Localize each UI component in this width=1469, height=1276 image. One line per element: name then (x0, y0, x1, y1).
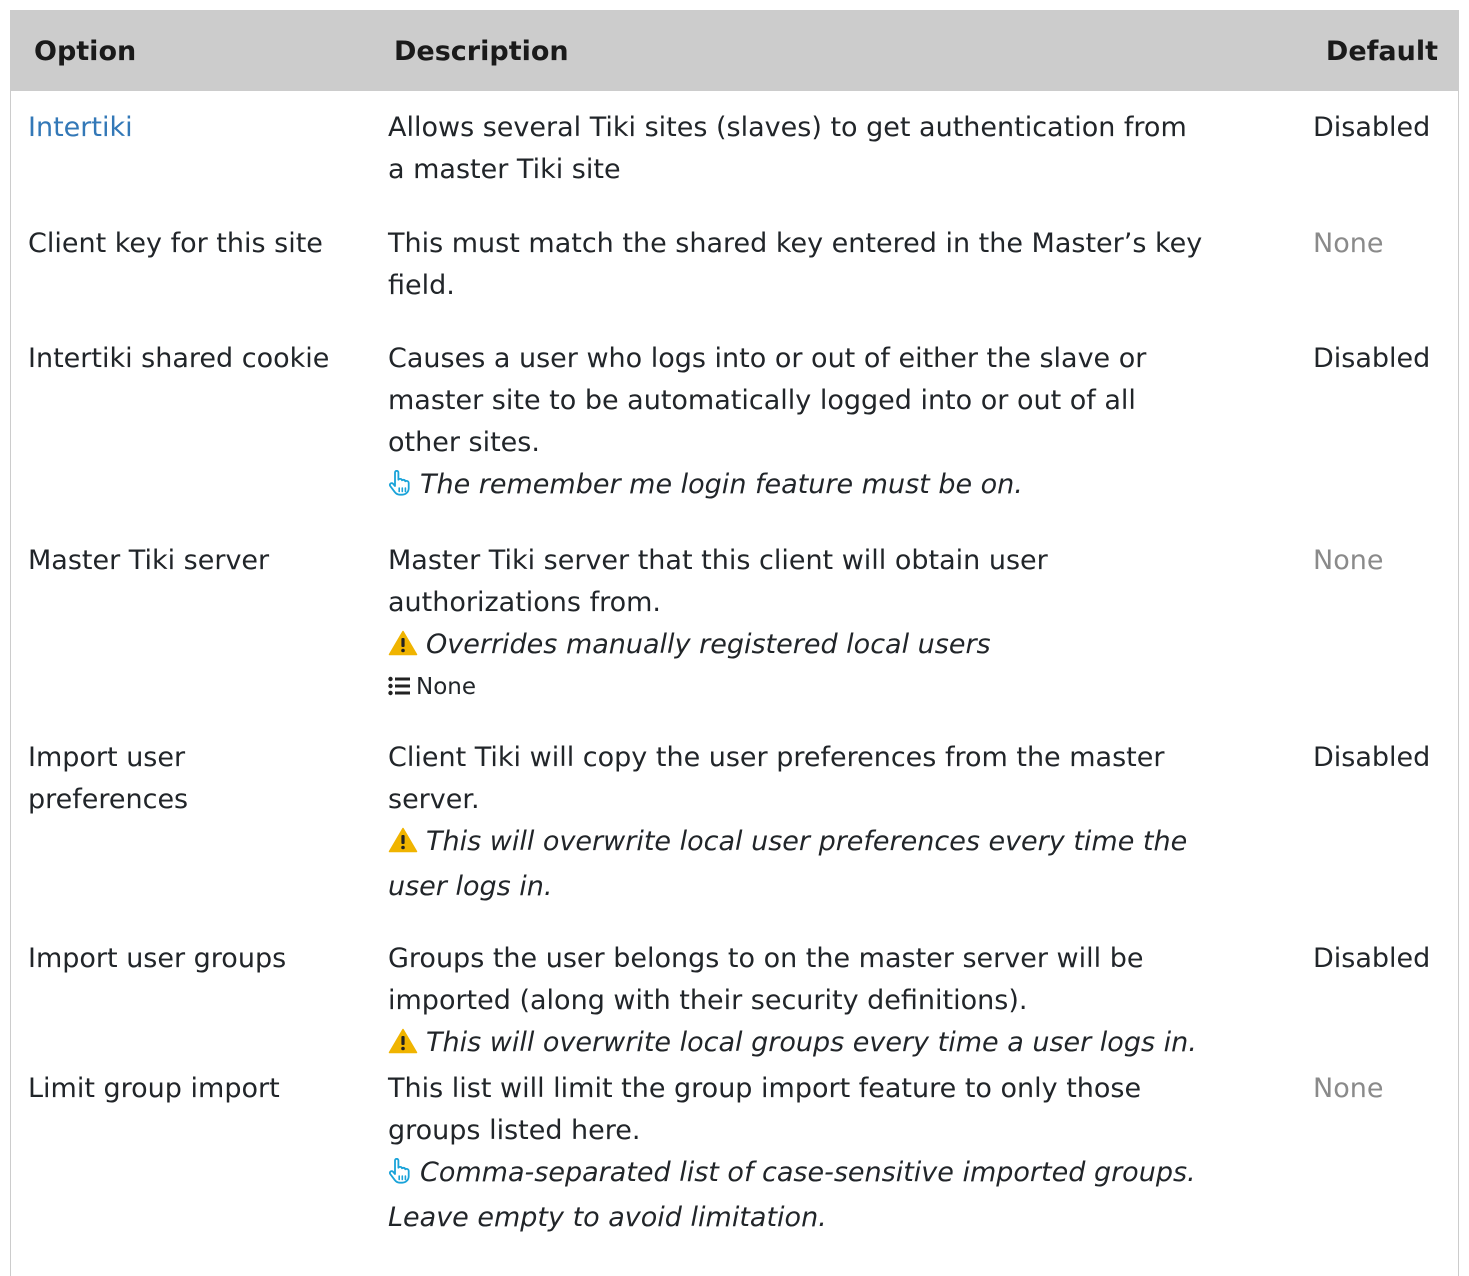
table-header: Option Description Default (11, 10, 1458, 91)
row-option: Limit group import (28, 1073, 280, 1104)
row-description-line: imported (along with their security defi… (388, 985, 1028, 1016)
warning-icon (388, 627, 418, 669)
row-default: None (1313, 545, 1384, 576)
row-default: Disabled (1313, 112, 1431, 143)
pointing-hand-icon (388, 467, 412, 509)
row-description-line: Causes a user who logs into or out of ei… (388, 343, 1147, 374)
intertiki-link[interactable]: Intertiki (28, 112, 133, 143)
row-option: Import user groups (28, 943, 287, 974)
row-description-line: Master Tiki server that this client will… (388, 545, 1048, 576)
row-description-line: Groups the user belongs to on the master… (388, 943, 1144, 974)
row-description-line: a master Tiki site (388, 154, 621, 185)
pointing-hand-icon (388, 1155, 412, 1197)
row-default: Disabled (1313, 742, 1431, 773)
options-list: None (388, 669, 1293, 707)
row-note: This will overwrite local groups every t… (388, 1022, 1293, 1067)
row-option: Client key for this site (28, 228, 323, 259)
row-note: Overrides manually registered local user… (388, 624, 1293, 669)
row-note: This will overwrite local user preferenc… (388, 821, 1293, 866)
preferences-table: Option Description Default Intertiki All… (10, 10, 1459, 1276)
row-description-line: master site to be automatically logged i… (388, 385, 1136, 416)
row-description-line: This list will limit the group import fe… (388, 1073, 1142, 1104)
row-note: Comma-separated list of case-sensitive i… (388, 1152, 1293, 1197)
warning-icon (388, 1025, 418, 1067)
row-default: Disabled (1313, 343, 1431, 374)
row-default: Disabled (1313, 943, 1431, 974)
row-description-line: field. (388, 270, 455, 301)
row-option: Import user (28, 742, 186, 773)
row-description-line: other sites. (388, 427, 540, 458)
header-description: Description (394, 36, 569, 67)
row-note: The remember me login feature must be on… (388, 464, 1293, 509)
row-description-line: authorizations from. (388, 587, 661, 618)
row-description-line: This must match the shared key entered i… (388, 228, 1203, 259)
header-default: Default (1325, 36, 1438, 67)
row-option: preferences (28, 784, 189, 815)
row-note-continued: Leave empty to avoid limitation. (388, 1202, 827, 1233)
list-icon (388, 671, 410, 707)
row-default: None (1313, 228, 1384, 259)
row-description-line: Client Tiki will copy the user preferenc… (388, 742, 1165, 773)
row-description-line: server. (388, 784, 480, 815)
header-option: Option (34, 36, 137, 67)
row-description-line: groups listed here. (388, 1115, 641, 1146)
row-note-continued: user logs in. (388, 871, 553, 902)
row-option: Intertiki shared cookie (28, 343, 330, 374)
warning-icon (388, 824, 418, 866)
row-description-line: Allows several Tiki sites (slaves) to ge… (388, 112, 1187, 143)
row-option: Master Tiki server (28, 545, 270, 576)
row-default: None (1313, 1073, 1384, 1104)
